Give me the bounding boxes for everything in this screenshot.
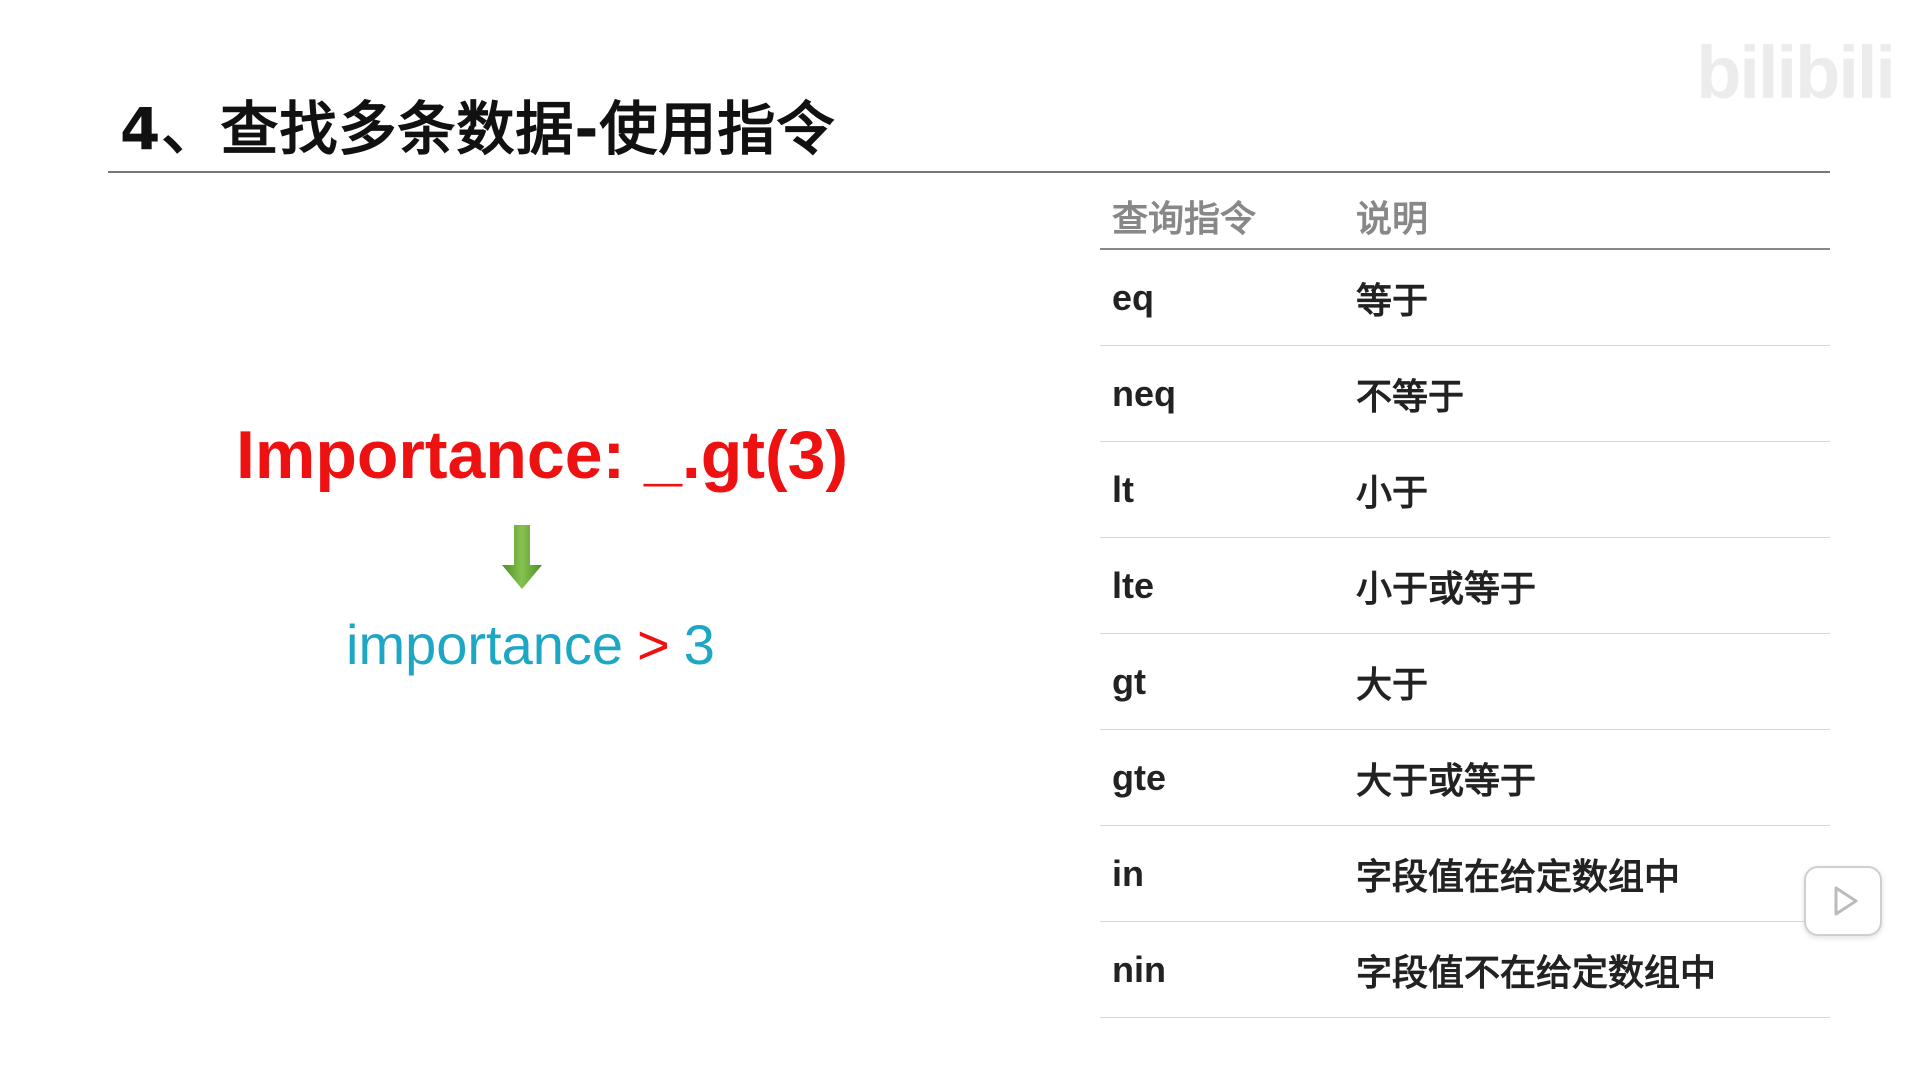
query-expression: Importance: _.gt(3) — [236, 417, 849, 493]
result-field: importance — [346, 613, 624, 676]
table-row: gt 大于 — [1100, 633, 1830, 730]
header-command: 查询指令 — [1100, 184, 1344, 250]
command-cell: nin — [1100, 921, 1344, 1018]
description-cell: 字段值在给定数组中 — [1344, 825, 1830, 922]
play-button[interactable] — [1804, 866, 1882, 936]
command-cell: gte — [1100, 729, 1344, 826]
command-cell: lt — [1100, 441, 1344, 538]
command-cell: gt — [1100, 633, 1344, 730]
slide-title: 4、查找多条数据-使用指令 — [120, 95, 836, 163]
description-cell: 等于 — [1344, 249, 1830, 346]
description-cell: 大于或等于 — [1344, 729, 1830, 826]
bilibili-watermark: bilibili — [1696, 31, 1896, 114]
table-row: gte 大于或等于 — [1100, 729, 1830, 826]
table-row: lt 小于 — [1100, 441, 1830, 538]
description-cell: 小于 — [1344, 441, 1830, 538]
command-cell: neq — [1100, 345, 1344, 442]
command-cell: eq — [1100, 249, 1344, 346]
query-command-table: 查询指令 说明 eq 等于 neq 不等于 lt 小于 lte 小于或等于 gt… — [1100, 184, 1830, 1018]
command-cell: in — [1100, 825, 1344, 922]
table-header-row: 查询指令 说明 — [1100, 184, 1830, 250]
description-cell: 小于或等于 — [1344, 537, 1830, 634]
description-cell: 字段值不在给定数组中 — [1344, 921, 1830, 1018]
table-row: lte 小于或等于 — [1100, 537, 1830, 634]
play-icon — [1834, 886, 1858, 916]
down-arrow-icon — [502, 525, 542, 589]
header-description: 说明 — [1344, 184, 1830, 250]
table-row: nin 字段值不在给定数组中 — [1100, 921, 1830, 1018]
title-divider — [108, 171, 1830, 173]
table-row: neq 不等于 — [1100, 345, 1830, 442]
result-condition: importance >3 — [346, 612, 715, 677]
result-operator: > — [637, 613, 670, 676]
table-row: eq 等于 — [1100, 249, 1830, 346]
table-row: in 字段值在给定数组中 — [1100, 825, 1830, 922]
description-cell: 大于 — [1344, 633, 1830, 730]
description-cell: 不等于 — [1344, 345, 1830, 442]
result-value: 3 — [683, 613, 715, 676]
command-cell: lte — [1100, 537, 1344, 634]
